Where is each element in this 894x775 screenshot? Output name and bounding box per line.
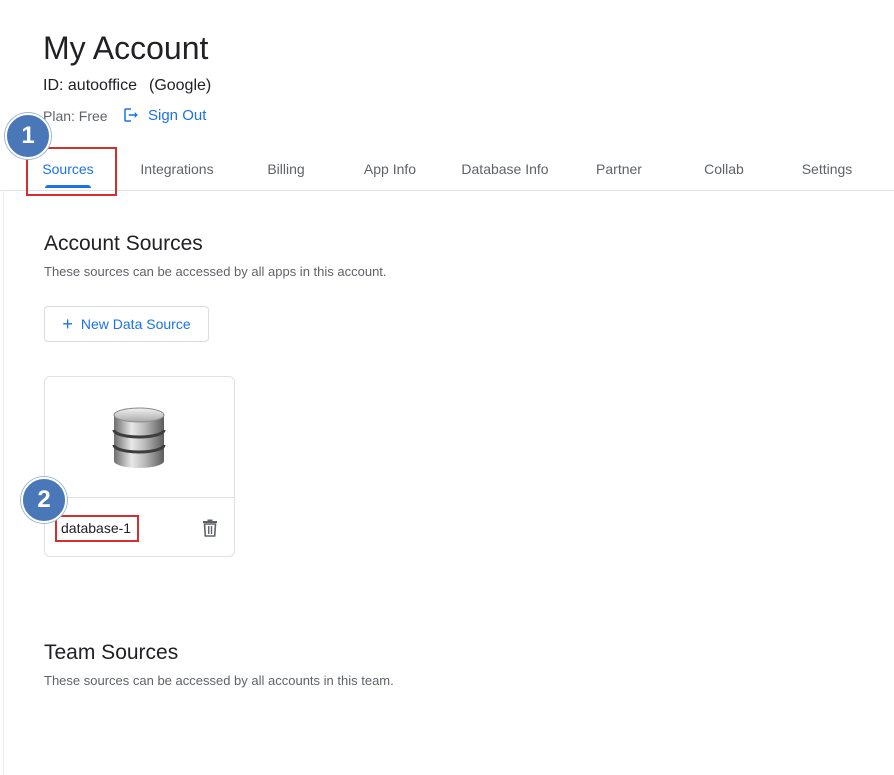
step-badge-1: 1	[5, 113, 51, 159]
database-icon	[112, 407, 166, 468]
tab-sources[interactable]: Sources	[33, 150, 103, 188]
tab-label: Database Info	[461, 161, 549, 177]
tab-database-info[interactable]: Database Info	[450, 150, 560, 188]
active-tab-indicator	[45, 185, 91, 188]
tab-app-info[interactable]: App Info	[352, 150, 428, 188]
account-sources-title: Account Sources	[44, 232, 203, 255]
tab-label: Settings	[801, 161, 853, 177]
new-data-source-button[interactable]: + New Data Source	[44, 306, 209, 342]
tab-label: Integrations	[140, 161, 214, 177]
data-source-card[interactable]: database-1	[44, 376, 235, 557]
tab-partner[interactable]: Partner	[585, 150, 653, 188]
data-source-name: database-1	[61, 520, 132, 536]
tab-bar: Sources Integrations Billing App Info Da…	[0, 150, 894, 191]
account-id: ID: autooffice (Google)	[43, 77, 211, 95]
sign-out-label: Sign Out	[148, 106, 207, 124]
account-provider: (Google)	[148, 77, 212, 94]
trash-icon[interactable]	[202, 519, 218, 537]
new-data-source-label: New Data Source	[80, 316, 191, 332]
tab-label: Partner	[596, 161, 642, 177]
tab-integrations[interactable]: Integrations	[127, 150, 227, 188]
tab-label: Collab	[704, 161, 744, 177]
step-badge-2: 2	[21, 477, 67, 523]
account-sources-description: These sources can be accessed by all app…	[44, 264, 387, 279]
account-id-text: ID: autooffice	[43, 77, 137, 94]
tab-billing[interactable]: Billing	[255, 150, 317, 188]
plus-icon: +	[62, 314, 73, 334]
card-image-area	[45, 377, 234, 498]
tab-collab[interactable]: Collab	[693, 150, 755, 188]
page-title: My Account	[43, 30, 209, 66]
sign-out-link[interactable]: Sign Out	[122, 106, 206, 124]
sign-out-icon	[124, 108, 138, 122]
team-sources-description: These sources can be accessed by all acc…	[44, 673, 394, 688]
tab-label: Billing	[267, 161, 305, 177]
tab-label: Sources	[42, 161, 94, 177]
tab-label: App Info	[363, 161, 417, 177]
plan-label: Plan: Free	[43, 108, 108, 124]
team-sources-title: Team Sources	[44, 641, 179, 664]
tab-settings[interactable]: Settings	[790, 150, 864, 188]
